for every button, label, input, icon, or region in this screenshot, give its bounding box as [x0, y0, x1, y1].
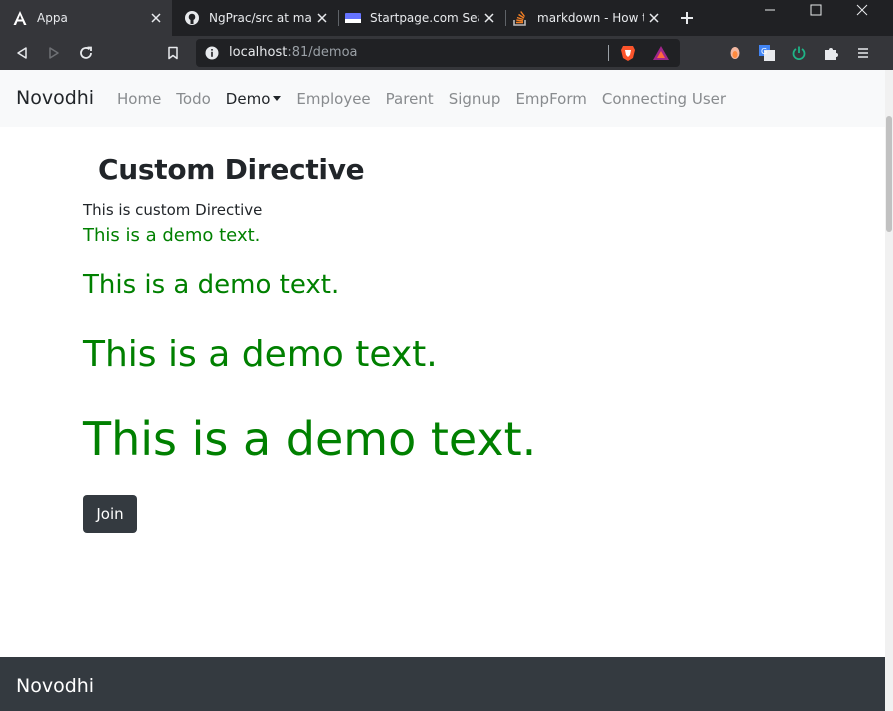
nav-link-parent[interactable]: Parent — [386, 90, 434, 108]
nav-link-connecting-user[interactable]: Connecting User — [602, 90, 726, 108]
forward-arrow-icon — [49, 47, 59, 59]
back-button[interactable] — [11, 42, 33, 64]
minimize-icon — [765, 9, 775, 11]
browser-tab-startpage[interactable]: Startpage.com Search — [339, 0, 505, 36]
nav-dropdown-demo[interactable]: Demo — [226, 90, 282, 108]
tab-title: NgPrac/src at master — [209, 11, 312, 25]
omnibox-separator — [608, 45, 609, 61]
nav-link-todo[interactable]: Todo — [176, 90, 211, 108]
demo-text-xlarge: This is a demo text. — [83, 412, 537, 466]
reload-button[interactable] — [75, 42, 97, 64]
close-tab-icon[interactable] — [146, 8, 166, 28]
power-extension-button[interactable] — [788, 42, 810, 64]
extension-button-1[interactable] — [724, 42, 746, 64]
demo-text-medium: This is a demo text. — [83, 270, 340, 300]
web-page: Novodhi Home Todo Demo Employee Parent S… — [0, 70, 885, 711]
puzzle-icon — [825, 48, 838, 60]
brave-rewards-icon[interactable] — [652, 44, 670, 62]
demo-text-large: This is a demo text. — [83, 334, 438, 375]
new-tab-button[interactable] — [676, 7, 698, 29]
top-navbar: Novodhi Home Todo Demo Employee Parent S… — [0, 70, 885, 127]
bookmark-button[interactable] — [162, 42, 184, 64]
translate-icon: G — [759, 45, 775, 61]
url-host: localhost — [229, 45, 288, 60]
close-tab-icon[interactable] — [644, 8, 664, 28]
svg-text:G: G — [761, 47, 767, 56]
browser-menu-button[interactable] — [852, 42, 874, 64]
close-icon — [856, 4, 868, 16]
startpage-logo-icon — [345, 10, 361, 26]
browser-tab-stackoverflow[interactable]: markdown - How to — [506, 0, 670, 36]
reload-icon — [80, 46, 92, 59]
brave-shields-icon[interactable] — [619, 44, 637, 62]
github-logo-icon — [184, 10, 200, 26]
maximize-window-button[interactable] — [793, 0, 839, 20]
directive-description: This is custom Directive — [83, 201, 263, 219]
demo-text-small: This is a demo text. — [83, 225, 261, 246]
scrollbar-thumb[interactable] — [886, 116, 892, 232]
nav-link-empform[interactable]: EmpForm — [515, 90, 586, 108]
footer-brand: Novodhi — [16, 675, 95, 697]
angular-logo-icon — [12, 10, 28, 26]
browser-tab-strip: Appa NgPrac/src at master Startpage.com … — [0, 0, 893, 36]
power-icon — [792, 46, 806, 60]
close-tab-icon[interactable] — [312, 8, 332, 28]
site-info-icon[interactable] — [204, 45, 220, 61]
browser-toolbar: localhost:81/demoa G — [0, 36, 893, 70]
hamburger-menu-icon — [858, 48, 868, 58]
tab-title: markdown - How to — [537, 11, 644, 25]
page-heading: Custom Directive — [98, 153, 365, 186]
nav-link-home[interactable]: Home — [117, 90, 161, 108]
back-arrow-icon — [17, 47, 27, 59]
browser-tab-appa[interactable]: Appa — [0, 0, 172, 36]
translate-button[interactable]: G — [756, 42, 778, 64]
page-scrollbar[interactable] — [885, 70, 893, 711]
tab-title: Appa — [37, 11, 68, 25]
nav-dropdown-demo-label: Demo — [225, 90, 271, 108]
navbar-brand[interactable]: Novodhi — [16, 87, 94, 109]
extensions-button[interactable] — [820, 42, 842, 64]
url-path: :81/demoa — [287, 45, 358, 60]
join-button[interactable]: Join — [83, 495, 137, 533]
forward-button[interactable] — [43, 42, 65, 64]
url-text[interactable]: localhost:81/demoa — [229, 45, 358, 60]
nav-link-employee[interactable]: Employee — [296, 90, 370, 108]
browser-tab-github[interactable]: NgPrac/src at master — [172, 0, 338, 36]
stackoverflow-logo-icon — [512, 10, 528, 26]
maximize-icon — [810, 4, 822, 16]
minimize-window-button[interactable] — [747, 0, 793, 20]
tab-title: Startpage.com Search — [370, 11, 479, 25]
nav-link-signup[interactable]: Signup — [449, 90, 501, 108]
extension-badge-icon — [730, 47, 740, 59]
nav-links: Home Todo Demo Employee Parent Signup Em… — [117, 90, 741, 108]
plus-icon — [681, 12, 693, 24]
close-tab-icon[interactable] — [479, 8, 499, 28]
caret-down-icon — [273, 96, 282, 101]
page-footer: Novodhi — [0, 657, 885, 711]
address-bar[interactable]: localhost:81/demoa — [196, 39, 680, 67]
bookmark-icon — [168, 46, 178, 60]
close-window-button[interactable] — [839, 0, 885, 20]
